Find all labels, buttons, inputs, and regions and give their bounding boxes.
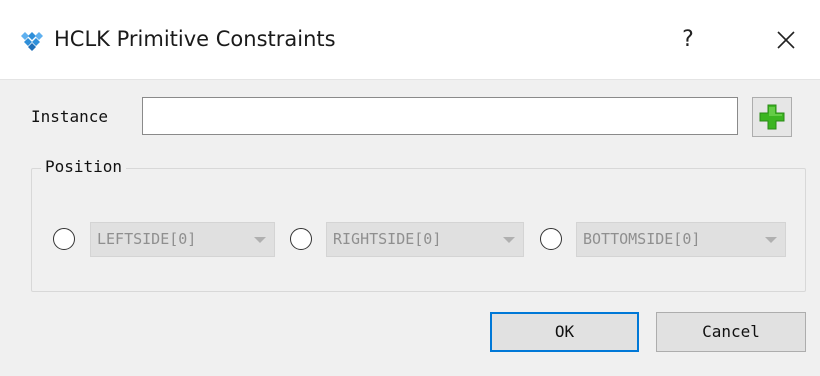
leftside-combo-value: LEFTSIDE[0]: [97, 230, 197, 248]
leftside-combo: LEFTSIDE[0]: [90, 222, 275, 257]
window-title: HCLK Primitive Constraints: [54, 27, 336, 51]
title-bar[interactable]: HCLK Primitive Constraints ?: [0, 0, 820, 80]
instance-input[interactable]: [142, 97, 738, 135]
leftside-radio[interactable]: [53, 228, 75, 250]
position-group-legend: Position: [41, 155, 127, 179]
bottomside-combo-value: BOTTOMSIDE[0]: [583, 230, 701, 248]
rightside-combo: RIGHTSIDE[0]: [326, 222, 524, 257]
cancel-button[interactable]: Cancel: [656, 312, 806, 352]
rightside-combo-value: RIGHTSIDE[0]: [333, 230, 442, 248]
chevron-down-icon: [503, 237, 515, 243]
instance-label: Instance: [31, 107, 109, 126]
help-button[interactable]: ?: [668, 20, 708, 60]
chevron-down-icon: [254, 237, 266, 243]
gowin-logo-icon: [18, 26, 46, 54]
add-instance-button[interactable]: [752, 97, 792, 137]
chevron-down-icon: [765, 237, 777, 243]
close-icon[interactable]: [766, 20, 806, 60]
bottomside-combo: BOTTOMSIDE[0]: [576, 222, 786, 257]
hclk-constraints-dialog: HCLK Primitive Constraints ? Instance Po…: [0, 0, 820, 376]
bottomside-radio[interactable]: [540, 228, 562, 250]
ok-button[interactable]: OK: [490, 312, 639, 352]
rightside-radio[interactable]: [290, 228, 312, 250]
